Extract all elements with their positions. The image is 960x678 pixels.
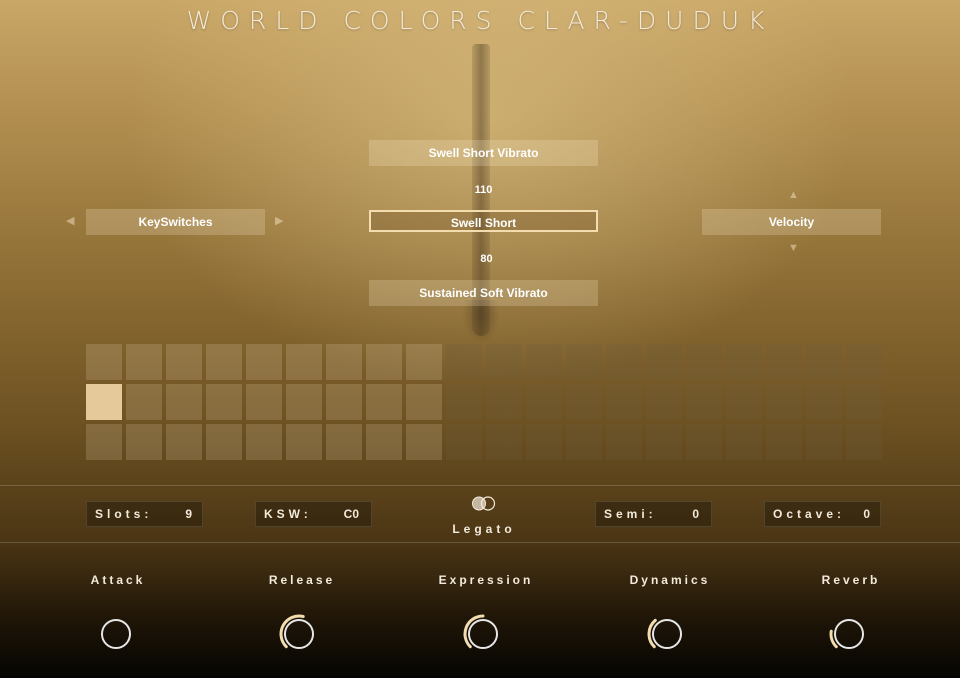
slot-cell[interactable] <box>286 344 322 380</box>
slot-cell[interactable] <box>326 344 362 380</box>
slot-cell[interactable] <box>606 344 642 380</box>
slot-cell[interactable] <box>126 344 162 380</box>
slot-cell[interactable] <box>646 424 682 460</box>
legato-toggle[interactable] <box>471 496 497 511</box>
slot-cell[interactable] <box>406 424 442 460</box>
slot-cell[interactable] <box>86 344 122 380</box>
octave-field[interactable]: Octave: 0 <box>764 501 881 527</box>
slot-grid <box>86 344 882 460</box>
slot-cell[interactable] <box>126 384 162 420</box>
slot-cell[interactable] <box>206 344 242 380</box>
release-knob[interactable] <box>277 612 321 656</box>
slot-cell[interactable] <box>286 424 322 460</box>
slot-cell[interactable] <box>366 424 402 460</box>
release-label: Release <box>268 573 336 587</box>
slot-cell[interactable] <box>366 384 402 420</box>
divider-top <box>0 485 960 486</box>
slot-cell[interactable] <box>406 344 442 380</box>
slot-cell[interactable] <box>726 424 762 460</box>
slot-cell[interactable] <box>806 424 842 460</box>
slot-cell[interactable] <box>766 424 802 460</box>
reverb-knob[interactable] <box>827 612 871 656</box>
keyswitches-selector[interactable]: KeySwitches <box>86 209 265 235</box>
slot-cell[interactable] <box>806 344 842 380</box>
slot-cell[interactable] <box>246 424 282 460</box>
slot-cell[interactable] <box>606 384 642 420</box>
attack-label: Attack <box>90 573 146 587</box>
velocity-down-arrow-icon[interactable]: ▼ <box>788 243 799 254</box>
articulation-prev-value: 110 <box>474 184 493 196</box>
articulation-next-value: 80 <box>480 253 493 265</box>
slot-cell[interactable] <box>366 344 402 380</box>
slot-cell[interactable] <box>686 424 722 460</box>
slot-cell[interactable] <box>446 344 482 380</box>
slot-cell[interactable] <box>846 384 882 420</box>
semi-value: 0 <box>692 507 699 521</box>
knob-ring <box>284 619 314 649</box>
slot-cell[interactable] <box>486 424 522 460</box>
slot-cell-selected[interactable] <box>86 384 122 420</box>
slot-cell[interactable] <box>446 424 482 460</box>
slot-cell[interactable] <box>606 424 642 460</box>
keyswitch-prev-arrow-icon[interactable]: ◀ <box>66 216 74 227</box>
duduk-bell-image <box>462 300 500 344</box>
expression-knob[interactable] <box>461 612 505 656</box>
slot-cell[interactable] <box>446 384 482 420</box>
knob-ring <box>652 619 682 649</box>
slot-cell[interactable] <box>166 344 202 380</box>
slot-cell[interactable] <box>246 344 282 380</box>
reverb-label: Reverb <box>821 573 881 587</box>
velocity-up-arrow-icon[interactable]: ▲ <box>788 190 799 201</box>
slot-cell[interactable] <box>686 384 722 420</box>
semi-field[interactable]: Semi: 0 <box>595 501 712 527</box>
slot-cell[interactable] <box>486 384 522 420</box>
slot-cell[interactable] <box>566 424 602 460</box>
slot-cell[interactable] <box>726 384 762 420</box>
slot-cell[interactable] <box>166 424 202 460</box>
slot-cell[interactable] <box>846 424 882 460</box>
slot-cell[interactable] <box>566 344 602 380</box>
slot-cell[interactable] <box>526 424 562 460</box>
slot-cell[interactable] <box>206 424 242 460</box>
dynamics-label: Dynamics <box>629 573 711 587</box>
knob-ring <box>468 619 498 649</box>
slot-cell[interactable] <box>846 344 882 380</box>
slot-cell[interactable] <box>326 424 362 460</box>
slot-cell[interactable] <box>766 344 802 380</box>
expression-label: Expression <box>438 573 534 587</box>
keyswitch-next-arrow-icon[interactable]: ▶ <box>275 216 283 227</box>
slot-cell[interactable] <box>646 344 682 380</box>
slot-cell[interactable] <box>166 384 202 420</box>
velocity-selector[interactable]: Velocity <box>702 209 881 235</box>
slot-cell[interactable] <box>806 384 842 420</box>
slot-cell[interactable] <box>406 384 442 420</box>
attack-knob[interactable] <box>94 612 138 656</box>
octave-value: 0 <box>863 507 870 521</box>
slot-cell[interactable] <box>646 384 682 420</box>
slot-cell[interactable] <box>126 424 162 460</box>
articulation-prev-button[interactable]: Swell Short Vibrato <box>369 140 598 166</box>
slot-cell[interactable] <box>286 384 322 420</box>
slot-cell[interactable] <box>766 384 802 420</box>
slot-cell[interactable] <box>526 344 562 380</box>
slot-cell[interactable] <box>86 424 122 460</box>
articulation-next-button[interactable]: Sustained Soft Vibrato <box>369 280 598 306</box>
instrument-title: WORLD COLORS CLAR-DUDUK <box>186 6 774 35</box>
knob-ring <box>834 619 864 649</box>
semi-label: Semi: <box>604 507 657 521</box>
knob-ring <box>101 619 131 649</box>
slot-cell[interactable] <box>726 344 762 380</box>
octave-label: Octave: <box>773 507 846 521</box>
slot-cell[interactable] <box>566 384 602 420</box>
slot-cell[interactable] <box>526 384 562 420</box>
slot-cell[interactable] <box>246 384 282 420</box>
articulation-current-button[interactable]: Swell Short <box>369 210 598 232</box>
slot-cell[interactable] <box>206 384 242 420</box>
divider-bottom <box>0 542 960 543</box>
slot-cell[interactable] <box>486 344 522 380</box>
dynamics-knob[interactable] <box>645 612 689 656</box>
slot-cell[interactable] <box>686 344 722 380</box>
slot-cell[interactable] <box>326 384 362 420</box>
